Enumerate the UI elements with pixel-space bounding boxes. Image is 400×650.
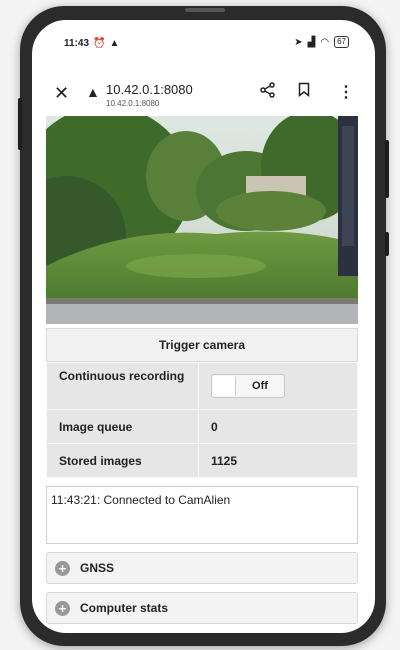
status-time: 11:43 <box>64 38 90 49</box>
status-bar: 11:43 ⏰ ▲ ➤ ▟ ◠ 67 <box>32 20 375 58</box>
continuous-recording-toggle[interactable]: Off <box>211 373 285 398</box>
trigger-camera-button[interactable]: Trigger camera <box>46 328 358 362</box>
continuous-recording-label: Continuous recording <box>46 362 199 410</box>
plus-icon: + <box>55 600 70 616</box>
table-row: Stored images 1125 <box>46 443 358 478</box>
url-subtext: 10.42.0.1:8080 <box>106 99 160 108</box>
continuous-recording-cell: Off <box>198 362 358 410</box>
browser-toolbar: ✕ ▲ 10.42.0.1:8080 10.42.0.1:8080 ⋮ <box>32 58 375 108</box>
image-queue-label: Image queue <box>46 409 199 444</box>
gnss-section-label: GNSS <box>80 561 115 575</box>
table-row: Image queue 0 <box>46 409 358 444</box>
wifi-icon: ◠ <box>320 36 330 48</box>
location-icon: ➤ <box>294 36 303 48</box>
warning-icon[interactable]: ▲ <box>86 84 100 100</box>
gnss-section-toggle[interactable]: + GNSS <box>46 552 358 584</box>
camera-image <box>46 116 358 324</box>
volume-button <box>385 232 389 256</box>
notification-icon: ▲ <box>109 38 120 49</box>
computer-stats-section-label: Computer stats <box>80 601 169 615</box>
page-content: Trigger camera Continuous recording Off … <box>46 116 372 624</box>
signal-icon: ▟ <box>307 36 316 48</box>
computer-stats-section-toggle[interactable]: + Computer stats <box>46 592 358 624</box>
plus-icon: + <box>55 560 70 576</box>
url-text[interactable]: 10.42.0.1:8080 <box>106 82 193 97</box>
alarm-icon: ⏰ <box>93 38 106 49</box>
side-button <box>18 98 22 150</box>
image-queue-value: 0 <box>198 409 358 444</box>
bookmark-icon[interactable] <box>298 82 310 102</box>
close-icon[interactable]: ✕ <box>54 84 69 102</box>
share-icon[interactable] <box>260 82 275 103</box>
log-textarea[interactable]: 11:43:21: Connected to CamAlien <box>46 486 358 544</box>
stats-table: Continuous recording Off Image queue 0 S… <box>46 362 358 478</box>
power-button <box>385 140 389 198</box>
stored-images-label: Stored images <box>46 443 199 478</box>
battery-indicator: 67 <box>334 36 349 48</box>
table-row: Continuous recording Off <box>46 362 358 410</box>
toggle-knob <box>213 375 236 396</box>
more-icon[interactable]: ⋮ <box>338 82 354 102</box>
speaker-bar <box>185 8 225 12</box>
stored-images-value: 1125 <box>198 443 358 478</box>
phone-screen: 11:43 ⏰ ▲ ➤ ▟ ◠ 67 ✕ ▲ 10.42.0.1:8080 10… <box>32 20 375 633</box>
toggle-label: Off <box>252 379 268 392</box>
